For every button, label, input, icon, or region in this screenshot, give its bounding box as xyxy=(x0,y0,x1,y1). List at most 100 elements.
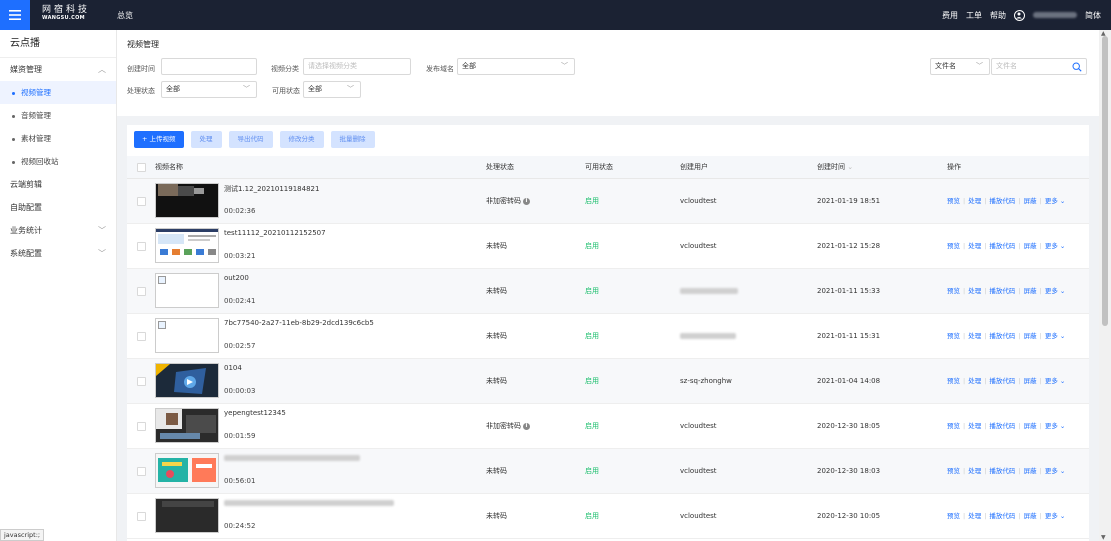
more-dropdown[interactable]: 更多 ⌄ xyxy=(1045,197,1066,205)
nav-overview-link[interactable]: 总览 xyxy=(117,10,133,21)
play-code-link[interactable]: 播放代码 xyxy=(989,242,1015,250)
table-row[interactable]: 7bc77540-2a27-11eb-8b29-2dcd139c6cb5 00:… xyxy=(127,314,1089,359)
domain-select[interactable]: 全部 ﹀ xyxy=(457,58,575,75)
process-link[interactable]: 处理 xyxy=(968,197,981,205)
preview-link[interactable]: 预览 xyxy=(947,422,960,430)
process-link[interactable]: 处理 xyxy=(968,467,981,475)
export-code-button[interactable]: 导出代码 xyxy=(228,131,273,148)
preview-link[interactable]: 预览 xyxy=(947,287,960,295)
modify-category-button[interactable]: 修改分类 xyxy=(279,131,324,148)
block-link[interactable]: 屏蔽 xyxy=(1024,467,1037,475)
play-code-link[interactable]: 播放代码 xyxy=(989,287,1015,295)
block-link[interactable]: 屏蔽 xyxy=(1024,377,1037,385)
row-checkbox[interactable] xyxy=(137,242,146,251)
more-dropdown[interactable]: 更多 ⌄ xyxy=(1045,242,1066,250)
sort-icon[interactable]: ⌄ xyxy=(847,163,853,171)
column-header-time[interactable]: 创建时间 ⌄ xyxy=(817,156,853,179)
sidebar-group-self-config[interactable]: 自助配置 xyxy=(0,196,116,219)
search-icon[interactable] xyxy=(1072,62,1082,72)
block-link[interactable]: 屏蔽 xyxy=(1024,332,1037,340)
video-thumbnail[interactable] xyxy=(155,318,219,353)
video-thumbnail[interactable] xyxy=(155,408,219,443)
video-name[interactable]: test11112_20210112152507 xyxy=(224,229,326,237)
row-checkbox[interactable] xyxy=(137,512,146,521)
play-code-link[interactable]: 播放代码 xyxy=(989,422,1015,430)
row-checkbox[interactable] xyxy=(137,422,146,431)
process-link[interactable]: 处理 xyxy=(968,332,981,340)
row-checkbox[interactable] xyxy=(137,287,146,296)
preview-link[interactable]: 预览 xyxy=(947,512,960,520)
nav-help-link[interactable]: 帮助 xyxy=(990,10,1006,21)
user-avatar-icon[interactable] xyxy=(1014,9,1025,21)
preview-link[interactable]: 预览 xyxy=(947,197,960,205)
process-link[interactable]: 处理 xyxy=(968,377,981,385)
video-thumbnail[interactable] xyxy=(155,453,219,488)
sidebar-item-video-recycle-bin[interactable]: 视频回收站 xyxy=(0,150,116,173)
video-thumbnail[interactable] xyxy=(155,183,219,218)
process-button[interactable]: 处理 xyxy=(190,131,222,148)
sidebar-item-video-management[interactable]: 视频管理 xyxy=(0,81,116,104)
scroll-down-icon[interactable]: ▼ xyxy=(1101,534,1106,541)
process-link[interactable]: 处理 xyxy=(968,512,981,520)
preview-link[interactable]: 预览 xyxy=(947,332,960,340)
sidebar-group-business-stats[interactable]: 业务统计 ﹀ xyxy=(0,219,116,242)
available-status-select[interactable]: 全部 ﹀ xyxy=(303,81,361,98)
table-row[interactable]: 测试1.12_20210119184821 00:02:36 非加密转码 i 启用… xyxy=(127,179,1089,224)
table-row[interactable]: yepengtest12345 00:01:59 非加密转码 i 启用 vclou… xyxy=(127,404,1089,449)
preview-link[interactable]: 预览 xyxy=(947,467,960,475)
sidebar-item-material-management[interactable]: 素材管理 xyxy=(0,127,116,150)
menu-toggle-button[interactable] xyxy=(0,0,30,30)
video-thumbnail[interactable] xyxy=(155,273,219,308)
table-row[interactable]: 00:56:01 未转码 启用 vcloudtest 2020-12-30 18… xyxy=(127,449,1089,494)
search-input[interactable]: 文件名 xyxy=(991,58,1087,75)
video-name[interactable]: 0104 xyxy=(224,364,242,372)
preview-link[interactable]: 预览 xyxy=(947,242,960,250)
more-dropdown[interactable]: 更多 ⌄ xyxy=(1045,512,1066,520)
nav-tickets-link[interactable]: 工单 xyxy=(966,10,982,21)
process-link[interactable]: 处理 xyxy=(968,242,981,250)
video-thumbnail[interactable] xyxy=(155,228,219,263)
table-row[interactable]: out200 00:02:41 未转码 启用 2021-01-11 15:33 … xyxy=(127,269,1089,314)
more-dropdown[interactable]: 更多 ⌄ xyxy=(1045,332,1066,340)
upload-video-button[interactable]: + 上传视频 xyxy=(134,131,184,148)
video-thumbnail[interactable] xyxy=(155,498,219,533)
nav-billing-link[interactable]: 费用 xyxy=(942,10,958,21)
row-checkbox[interactable] xyxy=(137,197,146,206)
block-link[interactable]: 屏蔽 xyxy=(1024,242,1037,250)
video-name[interactable]: yepengtest12345 xyxy=(224,409,286,417)
scrollbar-thumb[interactable] xyxy=(1102,36,1108,326)
info-icon[interactable]: i xyxy=(523,422,530,430)
row-checkbox[interactable] xyxy=(137,377,146,386)
sidebar-group-media[interactable]: 媒资管理 ︿ xyxy=(0,58,116,81)
block-link[interactable]: 屏蔽 xyxy=(1024,422,1037,430)
process-status-select[interactable]: 全部 ﹀ xyxy=(161,81,257,98)
process-link[interactable]: 处理 xyxy=(968,287,981,295)
sidebar-group-cloud-editing[interactable]: 云端剪辑 xyxy=(0,173,116,196)
more-dropdown[interactable]: 更多 ⌄ xyxy=(1045,422,1066,430)
play-code-link[interactable]: 播放代码 xyxy=(989,467,1015,475)
row-checkbox[interactable] xyxy=(137,467,146,476)
select-all-checkbox[interactable] xyxy=(137,163,146,172)
language-switch[interactable]: 简体 xyxy=(1085,10,1101,21)
preview-link[interactable]: 预览 xyxy=(947,377,960,385)
more-dropdown[interactable]: 更多 ⌄ xyxy=(1045,377,1066,385)
block-link[interactable]: 屏蔽 xyxy=(1024,287,1037,295)
play-code-link[interactable]: 播放代码 xyxy=(989,512,1015,520)
block-link[interactable]: 屏蔽 xyxy=(1024,197,1037,205)
row-checkbox[interactable] xyxy=(137,332,146,341)
video-name[interactable]: 测试1.12_20210119184821 xyxy=(224,184,319,194)
video-name[interactable] xyxy=(224,499,394,507)
brand-logo[interactable]: 网宿科技 WANGSU.COM xyxy=(42,5,98,25)
sidebar-group-system-config[interactable]: 系统配置 ﹀ xyxy=(0,242,116,265)
page-scrollbar[interactable]: ▲ ▼ xyxy=(1099,30,1111,541)
play-code-link[interactable]: 播放代码 xyxy=(989,197,1015,205)
create-time-input[interactable] xyxy=(161,58,257,75)
search-field-select[interactable]: 文件名 ﹀ xyxy=(930,58,990,75)
table-row[interactable]: test11112_20210112152507 00:03:21 未转码 启用… xyxy=(127,224,1089,269)
table-row[interactable]: 0104 00:00:03 未转码 启用 sz-sq-zhonghw 2021-… xyxy=(127,359,1089,404)
play-code-link[interactable]: 播放代码 xyxy=(989,377,1015,385)
more-dropdown[interactable]: 更多 ⌄ xyxy=(1045,467,1066,475)
table-row[interactable]: 00:24:52 未转码 启用 vcloudtest 2020-12-30 10… xyxy=(127,494,1089,539)
video-thumbnail[interactable] xyxy=(155,363,219,398)
process-link[interactable]: 处理 xyxy=(968,422,981,430)
